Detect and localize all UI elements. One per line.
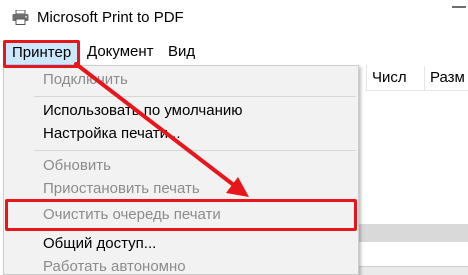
menu-item-printing-preferences[interactable]: Настройка печати...: [43, 124, 181, 144]
header-divider: [366, 90, 468, 91]
list-row[interactable]: [356, 224, 468, 242]
menu-item-connect[interactable]: Подключить: [43, 70, 128, 90]
menu-item-refresh[interactable]: Обновить: [43, 156, 111, 176]
menu-bar: Принтер Документ Вид: [0, 36, 468, 66]
menu-separator: [34, 150, 356, 151]
menu-document[interactable]: Документ: [87, 43, 154, 61]
menu-item-set-default[interactable]: Использовать по умолчанию: [43, 101, 242, 121]
printer-icon: [12, 10, 29, 25]
menu-printer[interactable]: Принтер: [4, 40, 79, 65]
column-header-size[interactable]: Разм: [424, 66, 468, 90]
minimize-icon[interactable]: [452, 6, 466, 8]
menu-item-pause-printing[interactable]: Приостановить печать: [43, 179, 200, 199]
menu-item-sharing[interactable]: Общий доступ...: [43, 234, 156, 254]
menu-separator: [34, 96, 356, 97]
menu-item-use-offline[interactable]: Работать автономно: [43, 257, 186, 275]
printer-menu: Подключить Использовать по умолчанию Нас…: [3, 65, 359, 275]
column-header-pages[interactable]: Числ: [366, 66, 424, 90]
menu-view[interactable]: Вид: [168, 43, 195, 61]
window-title: Microsoft Print to PDF: [37, 9, 184, 26]
title-bar: Microsoft Print to PDF: [0, 0, 468, 36]
menu-separator: [34, 228, 356, 229]
menu-item-cancel-all-documents[interactable]: Очистить очередь печати: [43, 205, 221, 225]
status-bar: [356, 266, 468, 275]
